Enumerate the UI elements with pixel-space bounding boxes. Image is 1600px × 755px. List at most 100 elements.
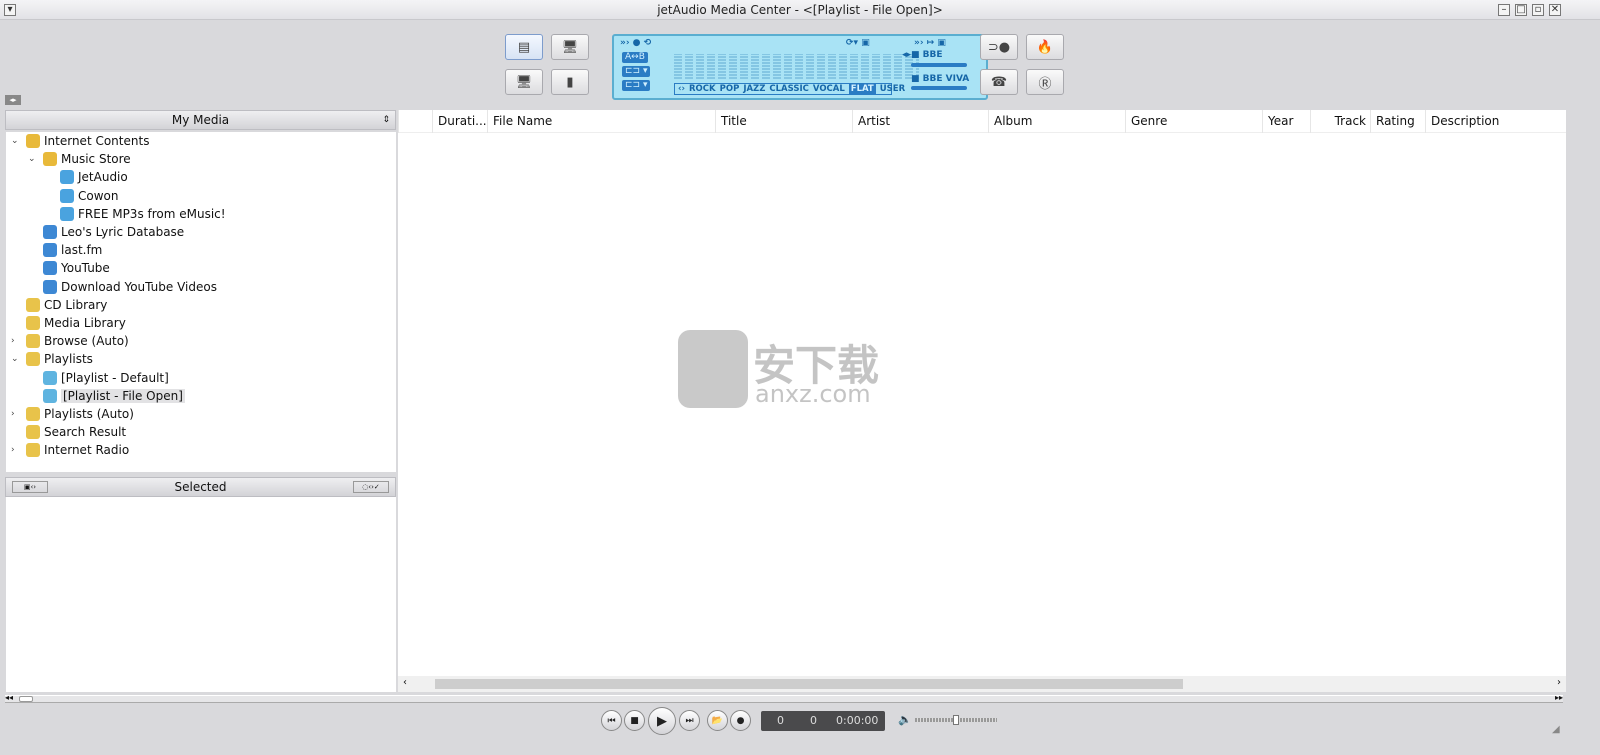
bbe-viva-slider[interactable] (911, 86, 967, 90)
tree-item-label: Media Library (44, 316, 126, 330)
play-button[interactable]: ▶ (648, 707, 676, 735)
tree-item[interactable]: YouTube (43, 259, 110, 277)
scroll-left-icon[interactable]: ‹ (403, 677, 407, 688)
tree-item[interactable]: [Playlist - Default] (43, 369, 169, 387)
bbe-viva-toggle[interactable]: ■ BBE VIVA (911, 74, 969, 84)
seek-bar[interactable]: ◂◂ ▸▸ (5, 693, 1563, 703)
column-header[interactable]: Durati... (432, 110, 487, 133)
tree-item[interactable]: last.fm (43, 241, 102, 259)
eq-preset-bar[interactable]: ‹› ROCK POP JAZZ CLASSIC VOCAL FLAT USER (674, 83, 905, 95)
column-header[interactable]: Year (1262, 110, 1310, 133)
globe-icon (43, 261, 57, 276)
sort-icon[interactable]: ⇕ (382, 111, 390, 129)
tree-item-label: Browse (Auto) (44, 334, 129, 349)
tree-item[interactable]: › Playlists (Auto) (11, 405, 134, 423)
selected-view-toggle[interactable]: ▣‹› (12, 481, 48, 493)
playlist-table: Durati... File Name Title Artist Album Genre Y… (398, 110, 1566, 692)
eq-preset-user[interactable]: USER (880, 84, 905, 94)
tree-item[interactable]: JetAudio (60, 168, 128, 186)
shuffle-mode-button[interactable]: ⊏⊐ ▾ (622, 80, 651, 91)
tree-item[interactable]: Leo's Lyric Database (43, 223, 184, 241)
watermark-logo (678, 330, 748, 408)
panel-toggle-button[interactable]: ◂▸ (5, 95, 21, 105)
monitor-icon: 🖥 (515, 74, 533, 90)
tree-item-label: Cowon (78, 188, 119, 203)
volume-thumb[interactable] (953, 715, 959, 725)
eq-preset-vocal[interactable]: VOCAL (813, 84, 845, 94)
radio-button[interactable]: Ⓡ (1026, 69, 1064, 95)
eq-preset-jazz[interactable]: JAZZ (743, 84, 765, 94)
column-header[interactable] (398, 110, 432, 133)
tree-item-label: Playlists (Auto) (44, 407, 134, 421)
video-view-button[interactable]: 🖥 (551, 34, 589, 60)
column-header[interactable]: Album (988, 110, 1125, 133)
mini-view-button[interactable]: 🖥 (505, 69, 543, 95)
tree-item[interactable]: Download YouTube Videos (43, 278, 217, 296)
chevron-down-icon[interactable]: ⌄ (11, 350, 21, 368)
chevron-right-icon[interactable]: › (11, 441, 21, 459)
horizontal-scrollbar[interactable]: ‹ › (398, 676, 1566, 692)
volume-icon[interactable]: 🔈 (898, 713, 912, 726)
scroll-right-icon[interactable]: › (1557, 677, 1561, 688)
title-bar: ▾ jetAudio Media Center - <[Playlist - F… (0, 0, 1600, 20)
browse-folder-icon (26, 334, 40, 349)
column-header[interactable]: Title (715, 110, 852, 133)
device-button[interactable]: ▮ (551, 69, 589, 95)
play-icon: ▶ (657, 713, 667, 729)
tree-item[interactable]: CD Library (26, 296, 107, 314)
tree-item[interactable]: Search Result (26, 423, 126, 441)
eq-preset-classic[interactable]: CLASSIC (769, 84, 809, 94)
folder-open-icon: 📂 (711, 715, 724, 726)
repeat-mode-button[interactable]: ⊏⊐ ▾ (622, 66, 651, 77)
chevron-down-icon[interactable]: ⌄ (11, 132, 21, 150)
eq-preset-flat[interactable]: FLAT (848, 84, 876, 94)
close-button[interactable]: ✕ (1549, 4, 1561, 16)
bbe-toggle[interactable]: ◂▸■ BBE (902, 50, 943, 60)
scrollbar-thumb[interactable] (435, 679, 1183, 689)
recorder-button[interactable]: ☎ (980, 69, 1018, 95)
column-header[interactable]: Track (1310, 110, 1370, 133)
tree-item[interactable]: ⌄ Internet Contents (11, 132, 150, 150)
tree-item[interactable]: › Browse (Auto) (11, 332, 129, 350)
stop-icon: ■ (630, 715, 639, 726)
tree-item-label: Internet Contents (44, 134, 150, 148)
seek-thumb[interactable] (19, 696, 33, 702)
restore-button[interactable]: ▫ (1532, 4, 1544, 16)
chevron-right-icon[interactable]: › (11, 332, 21, 350)
eq-preset-pop[interactable]: POP (720, 84, 740, 94)
open-button[interactable]: 📂 (707, 710, 728, 731)
ab-repeat-button[interactable]: A↔B (622, 52, 648, 63)
tree-item[interactable]: Media Library (26, 314, 126, 332)
record-button[interactable]: ● (730, 710, 751, 731)
tree-item[interactable]: › Internet Radio (11, 441, 129, 459)
tree-item-label: last.fm (61, 243, 103, 258)
column-header[interactable]: Rating (1370, 110, 1425, 133)
previous-button[interactable]: ⏮ (601, 710, 622, 731)
maximize-button[interactable]: □ (1515, 4, 1527, 16)
tree-item[interactable]: ⌄ Playlists (11, 350, 93, 368)
stop-button[interactable]: ■ (624, 710, 645, 731)
resize-grip[interactable]: ◢ (1552, 724, 1560, 735)
minimize-button[interactable]: – (1498, 4, 1510, 16)
tree-item[interactable]: [Playlist - File Open] (43, 387, 185, 405)
tree-item[interactable]: ⌄ Music Store (28, 150, 131, 168)
cd-ripper-button[interactable]: ⊃● (980, 34, 1018, 60)
column-header[interactable]: Artist (852, 110, 988, 133)
column-header[interactable]: Genre (1125, 110, 1262, 133)
next-button[interactable]: ⏭ (679, 710, 700, 731)
chevron-down-icon[interactable]: ⌄ (28, 150, 38, 168)
bbe-slider[interactable] (911, 63, 967, 67)
selected-options-toggle[interactable]: ◌‹›✓ (353, 481, 389, 493)
tree-item[interactable]: Cowon (60, 187, 118, 205)
chevron-right-icon[interactable]: › (11, 405, 21, 423)
tree-item[interactable]: FREE MP3s from eMusic! (60, 205, 226, 223)
previous-icon: ⏮ (607, 715, 616, 726)
media-center-view-button[interactable]: ▤ (505, 34, 543, 60)
column-header[interactable]: Description (1425, 110, 1566, 133)
column-header[interactable]: File Name (487, 110, 715, 133)
seek-forward-icon: ▸▸ (1554, 693, 1563, 702)
lcd-output-icons: »› ↦ ▣ (914, 38, 946, 48)
volume-slider[interactable] (915, 715, 997, 725)
eq-preset-rock[interactable]: ROCK (689, 84, 716, 94)
burn-button[interactable]: 🔥 (1026, 34, 1064, 60)
